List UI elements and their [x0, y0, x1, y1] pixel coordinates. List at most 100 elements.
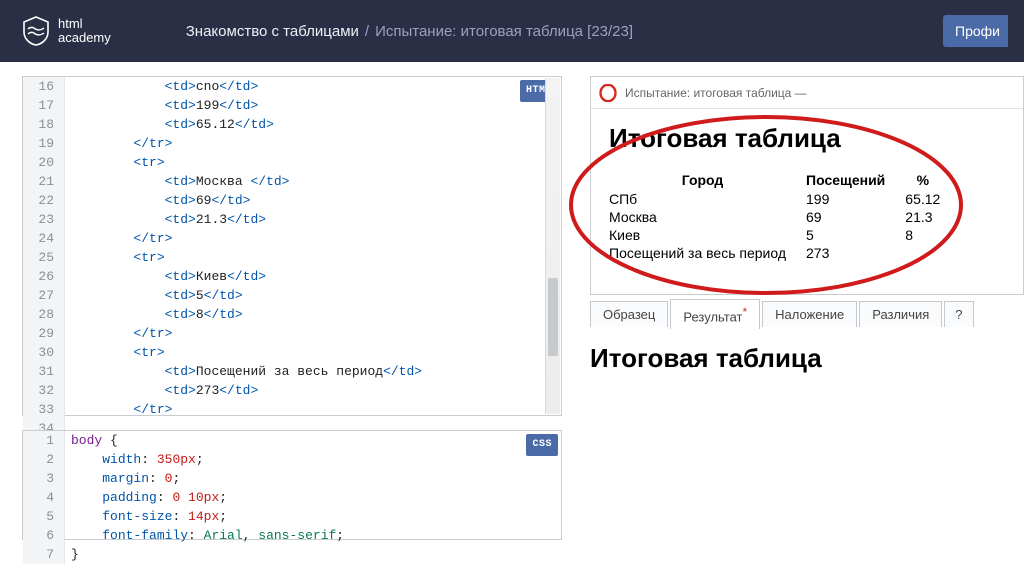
line-number: 20 [23, 153, 65, 172]
tab-1[interactable]: Результат* [670, 299, 760, 329]
code-content[interactable]: <td>199</td> [65, 96, 561, 115]
code-line[interactable]: 20 <tr> [23, 153, 561, 172]
preview-browser: Испытание: итоговая таблица — Итоговая т… [590, 76, 1024, 295]
html-editor[interactable]: HTML 16 <td>cno</td>17 <td>199</td>18 <t… [22, 76, 562, 416]
line-number: 29 [23, 324, 65, 343]
css-badge: CSS [526, 434, 558, 456]
code-content[interactable]: <tr> [65, 153, 561, 172]
code-content[interactable]: <td>Киев</td> [65, 267, 561, 286]
tab-2[interactable]: Наложение [762, 301, 857, 327]
code-content[interactable]: <td>Москва </td> [65, 172, 561, 191]
code-line[interactable]: 31 <td>Посещений за весь период</td> [23, 362, 561, 381]
code-line[interactable]: 32 <td>273</td> [23, 381, 561, 400]
code-content[interactable]: body { [65, 431, 561, 450]
code-content[interactable]: </tr> [65, 229, 561, 248]
table-cell: Москва [609, 208, 796, 226]
code-content[interactable]: <td>21.3</td> [65, 210, 561, 229]
table-row: Киев58 [609, 226, 950, 244]
tab-3[interactable]: Различия [859, 301, 942, 327]
table-cell: 65.12 [895, 190, 950, 208]
preview-heading: Итоговая таблица [609, 123, 1005, 154]
tab-help[interactable]: ? [944, 301, 973, 327]
crumb-sep: / [365, 23, 369, 40]
code-line[interactable]: 24 </tr> [23, 229, 561, 248]
table-cell: 8 [895, 226, 950, 244]
code-content[interactable]: font-size: 14px; [65, 507, 561, 526]
code-line[interactable]: 28 <td>8</td> [23, 305, 561, 324]
code-content[interactable]: <td>Посещений за весь период</td> [65, 362, 561, 381]
css-editor[interactable]: CSS 1body {2 width: 350px;3 margin: 0;4 … [22, 430, 562, 540]
code-content[interactable]: </tr> [65, 400, 561, 419]
line-number: 23 [23, 210, 65, 229]
table-cell: СПб [609, 190, 796, 208]
code-line[interactable]: 3 margin: 0; [23, 469, 561, 488]
line-number: 25 [23, 248, 65, 267]
line-number: 3 [23, 469, 65, 488]
code-line[interactable]: 16 <td>cno</td> [23, 77, 561, 96]
line-number: 17 [23, 96, 65, 115]
line-number: 1 [23, 431, 65, 450]
left-column: HTML 16 <td>cno</td>17 <td>199</td>18 <t… [22, 76, 562, 529]
line-number: 27 [23, 286, 65, 305]
tab-0[interactable]: Образец [590, 301, 668, 327]
code-content[interactable]: <td>5</td> [65, 286, 561, 305]
code-content[interactable]: <td>cno</td> [65, 77, 561, 96]
scrollbar-thumb[interactable] [548, 278, 558, 356]
sample-preview: Итоговая таблица [590, 335, 1024, 390]
table-cell: 5 [796, 226, 895, 244]
code-line[interactable]: 23 <td>21.3</td> [23, 210, 561, 229]
line-number: 21 [23, 172, 65, 191]
code-line[interactable]: 1body { [23, 431, 561, 450]
code-content[interactable]: margin: 0; [65, 469, 561, 488]
line-number: 2 [23, 450, 65, 469]
code-line[interactable]: 2 width: 350px; [23, 450, 561, 469]
table-cell: 273 [796, 244, 895, 262]
code-line[interactable]: 30 <tr> [23, 343, 561, 362]
code-line[interactable]: 7} [23, 545, 561, 564]
app-header: html academy Знакомство с таблицами / Ис… [0, 0, 1024, 62]
code-line[interactable]: 17 <td>199</td> [23, 96, 561, 115]
code-line[interactable]: 21 <td>Москва </td> [23, 172, 561, 191]
line-number: 7 [23, 545, 65, 564]
code-line[interactable]: 29 </tr> [23, 324, 561, 343]
logo[interactable]: html academy [22, 16, 111, 46]
code-content[interactable]: <td>69</td> [65, 191, 561, 210]
code-line[interactable]: 19 </tr> [23, 134, 561, 153]
browser-title-text: Испытание: итоговая таблица — [625, 86, 807, 100]
table-cell: Киев [609, 226, 796, 244]
code-line[interactable]: 4 padding: 0 10px; [23, 488, 561, 507]
code-line[interactable]: 27 <td>5</td> [23, 286, 561, 305]
table-header: Город [609, 170, 796, 190]
preview-tabs: ОбразецРезультат*НаложениеРазличия? [590, 299, 1024, 329]
code-content[interactable]: </tr> [65, 134, 561, 153]
opera-icon [599, 84, 617, 102]
code-content[interactable]: } [65, 545, 561, 564]
code-content[interactable]: width: 350px; [65, 450, 561, 469]
table-row: Москва6921.3 [609, 208, 950, 226]
line-number: 28 [23, 305, 65, 324]
code-content[interactable]: <td>273</td> [65, 381, 561, 400]
code-line[interactable]: 25 <tr> [23, 248, 561, 267]
scrollbar[interactable] [545, 78, 560, 414]
code-content[interactable]: <tr> [65, 343, 561, 362]
code-content[interactable]: <td>65.12</td> [65, 115, 561, 134]
code-content[interactable]: <td>8</td> [65, 305, 561, 324]
table-header: % [895, 170, 950, 190]
line-number: 26 [23, 267, 65, 286]
code-line[interactable]: 18 <td>65.12</td> [23, 115, 561, 134]
code-content[interactable]: <tr> [65, 248, 561, 267]
line-number: 5 [23, 507, 65, 526]
code-line[interactable]: 5 font-size: 14px; [23, 507, 561, 526]
line-number: 19 [23, 134, 65, 153]
table-cell: 21.3 [895, 208, 950, 226]
code-line[interactable]: 26 <td>Киев</td> [23, 267, 561, 286]
profile-button[interactable]: Профи [943, 15, 1008, 47]
crumb-course[interactable]: Знакомство с таблицами [186, 23, 359, 40]
code-content[interactable]: </tr> [65, 324, 561, 343]
line-number: 33 [23, 400, 65, 419]
table-footer-row: Посещений за весь период273 [609, 244, 950, 262]
code-line[interactable]: 33 </tr> [23, 400, 561, 419]
code-content[interactable]: padding: 0 10px; [65, 488, 561, 507]
code-line[interactable]: 22 <td>69</td> [23, 191, 561, 210]
crumb-task: Испытание: итоговая таблица [23/23] [375, 23, 633, 40]
